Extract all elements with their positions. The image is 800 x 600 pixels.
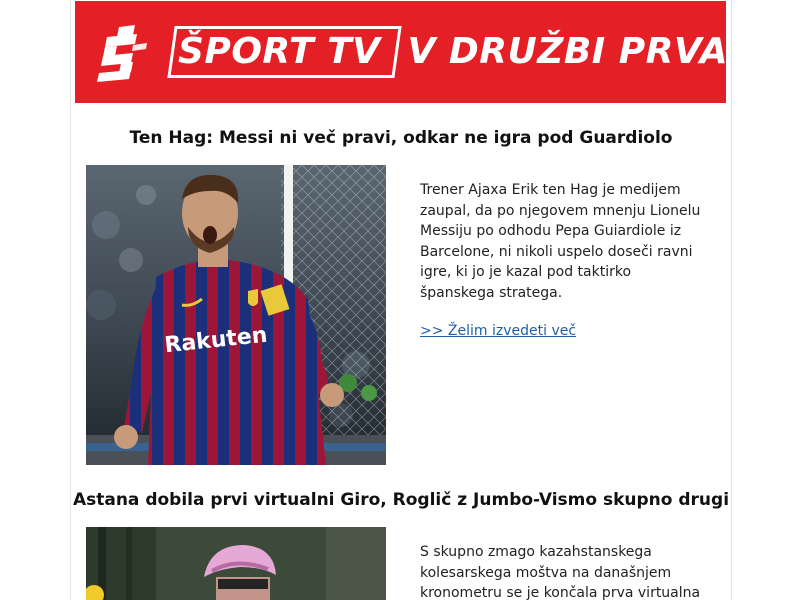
article-2-title[interactable]: Astana dobila prvi virtualni Giro, Rogli…	[71, 490, 731, 510]
page: ŠPORT TVV DRUŽBI PRVAKOV! Ten Hag: Messi…	[0, 0, 800, 600]
article-1-summary: Trener Ajaxa Erik ten Hag je medijem zau…	[420, 182, 701, 301]
banner-brand: ŠPORT TV	[167, 26, 402, 78]
article-1-title[interactable]: Ten Hag: Messi ni več pravi, odkar ne ig…	[71, 128, 731, 148]
header-banner[interactable]: ŠPORT TVV DRUŽBI PRVAKOV!	[75, 1, 726, 103]
article-1-photo[interactable]: Rakuten	[86, 165, 386, 465]
article-2-summary: S skupno zmago kazahstanskega kolesarske…	[420, 544, 701, 600]
article-1-read-more-link[interactable]: >> Želim izvedeti več	[420, 323, 576, 339]
newsletter-body: ŠPORT TVV DRUŽBI PRVAKOV! Ten Hag: Messi…	[70, 0, 732, 600]
banner-text: ŠPORT TVV DRUŽBI PRVAKOV!	[167, 24, 726, 80]
banner-slogan: V DRUŽBI PRVAKOV!	[407, 31, 726, 72]
article-2-photo[interactable]	[86, 527, 386, 600]
